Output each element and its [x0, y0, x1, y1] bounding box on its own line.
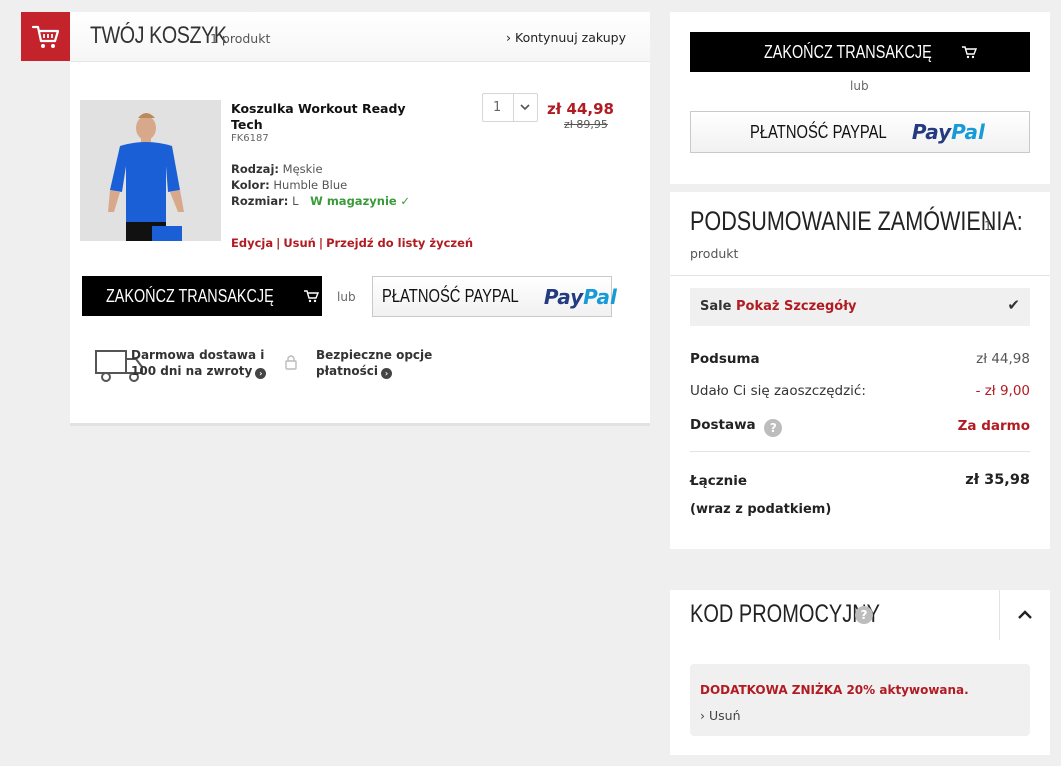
total-value: zł 35,98 [965, 472, 1030, 488]
side-paypal-label: PŁATNOŚĆ PAYPAL [750, 121, 887, 142]
chevron-right-circle-icon: › [381, 368, 393, 379]
savings-value: - zł 9,00 [975, 383, 1030, 399]
product-name[interactable]: Koszulka Workout Ready Tech [231, 101, 411, 133]
quantity-value: 1 [493, 100, 502, 115]
color-label: Kolor: [231, 178, 270, 192]
promo-message: DODATKOWA ZNIŻKA 20% aktywowana. [700, 683, 969, 697]
checkout-button[interactable]: ZAKOŃCZ TRANSAKCJĘ [82, 276, 322, 316]
divider [670, 275, 1050, 276]
product-old-price: zł 89,95 [564, 118, 608, 131]
paypal-logo: PayPal [543, 284, 617, 309]
promo-code-panel: KOD PROMOCYJNY ? DODATKOWA ZNIŻKA 20% ak… [670, 590, 1050, 755]
product-code: FK6187 [231, 133, 269, 144]
promo-title: KOD PROMOCYJNY [690, 600, 881, 628]
paypal-button[interactable]: PŁATNOŚĆ PAYPAL PayPal [372, 276, 617, 317]
shopping-cart-icon [31, 25, 59, 48]
product-price: zł 44,98 [547, 100, 614, 118]
size-value: L [292, 194, 299, 208]
promo-applied-box: DODATKOWA ZNIŻKA 20% aktywowana. › Usuń [690, 664, 1030, 736]
continue-shopping-link[interactable]: › Kontynuuj zakupy [506, 30, 626, 45]
promo-collapse-toggle[interactable] [999, 590, 1050, 640]
continue-shopping-label: Kontynuuj zakupy [515, 30, 626, 45]
subtotal-value: zł 44,98 [976, 351, 1030, 367]
checkout-button-label: ZAKOŃCZ TRANSAKCJĘ [106, 285, 274, 306]
savings-label: Udało Ci się zaoszczędzić: [690, 383, 866, 399]
cart-title: TWÓJ KOSZYK [90, 22, 227, 49]
summary-count-number: 1 [984, 218, 992, 233]
or-label: lub [850, 79, 869, 93]
lock-icon [285, 355, 297, 370]
cart-item-count: 1 produkt [210, 31, 271, 46]
color-value: Humble Blue [273, 178, 348, 192]
tax-note: (wraz z podatkiem) [690, 502, 832, 517]
cart-icon [303, 290, 319, 303]
chevron-right-icon: › [700, 708, 705, 723]
product-image[interactable] [80, 100, 221, 241]
divider [690, 451, 1030, 452]
product-size: Rozmiar: L W magazynie ✓ [231, 194, 410, 208]
sale-details-toggle[interactable]: Sale Pokaż Szczegóły ✔ [690, 288, 1030, 326]
order-summary: PODSUMOWANIE ZAMÓWIENIA: 1 produkt Sale … [670, 192, 1050, 549]
summary-title: PODSUMOWANIE ZAMÓWIENIA: [690, 206, 1023, 236]
feature-line: 100 dni na zwroty [131, 364, 253, 378]
check-icon: ✓ [400, 194, 410, 208]
product-color: Kolor: Humble Blue [231, 178, 347, 192]
cart-header: TWÓJ KOSZYK 1 produkt › Kontynuuj zakupy [70, 12, 650, 62]
paypal-logo: PayPal [911, 120, 985, 144]
chevron-down-icon [520, 104, 530, 111]
side-checkout-label: ZAKOŃCZ TRANSAKCJĘ [764, 41, 932, 62]
or-label: lub [337, 290, 356, 304]
shipping-label: Dostawa [690, 417, 756, 433]
type-label: Rodzaj: [231, 162, 279, 176]
help-icon[interactable]: ? [855, 606, 873, 624]
total-label: Łącznie [690, 473, 748, 489]
product-actions: Edycja | Usuń | Przejdź do listy życzeń [231, 236, 474, 250]
paypal-button-label: PŁATNOŚĆ PAYPAL [382, 286, 519, 306]
checkmark-icon: ✔ [1007, 296, 1020, 314]
quantity-select[interactable]: 1 [482, 93, 538, 122]
feature-line: Darmowa dostawa i [131, 348, 265, 362]
side-paypal-button[interactable]: PŁATNOŚĆ PAYPAL PayPal [690, 111, 1030, 153]
cart-icon-box [21, 12, 70, 61]
in-stock-label: W magazynie [310, 194, 397, 208]
side-checkout-button[interactable]: ZAKOŃCZ TRANSAKCJĘ [690, 32, 1030, 72]
show-details-link[interactable]: Pokaż Szczegóły [736, 299, 857, 314]
size-label: Rozmiar: [231, 194, 289, 208]
shipping-row: Dostawa ? [690, 417, 783, 437]
sale-label: Sale [700, 299, 732, 314]
secure-payment-feature[interactable]: Bezpieczne opcje płatności › [316, 347, 432, 379]
edit-link[interactable]: Edycja [231, 236, 273, 250]
cart-body: Koszulka Workout Ready Tech FK6187 Rodza… [70, 62, 650, 426]
free-delivery-feature[interactable]: Darmowa dostawa i 100 dni na zwroty › [131, 347, 267, 379]
cart-icon [961, 46, 977, 59]
chevron-right-circle-icon: › [255, 368, 267, 379]
side-checkout-panel: ZAKOŃCZ TRANSAKCJĘ lub PŁATNOŚĆ PAYPAL P… [670, 12, 1050, 184]
chevron-right-icon: › [506, 30, 512, 45]
remove-link[interactable]: Usuń [283, 236, 316, 250]
shipping-value: Za darmo [957, 418, 1030, 434]
type-value: Męskie [282, 162, 323, 176]
product-type: Rodzaj: Męskie [231, 162, 323, 176]
subtotal-label: Podsuma [690, 351, 760, 367]
help-icon[interactable]: ? [764, 419, 783, 437]
chevron-up-icon [1018, 610, 1032, 619]
feature-line: płatności [316, 364, 379, 378]
promo-remove-link[interactable]: › Usuń [700, 708, 741, 723]
move-to-wishlist-link[interactable]: Przejdź do listy życzeń [326, 236, 473, 250]
promo-remove-label: Usuń [708, 708, 741, 723]
summary-count-word: produkt [690, 246, 739, 261]
feature-line: Bezpieczne opcje [316, 348, 433, 362]
product-photo-shirt [80, 100, 221, 241]
